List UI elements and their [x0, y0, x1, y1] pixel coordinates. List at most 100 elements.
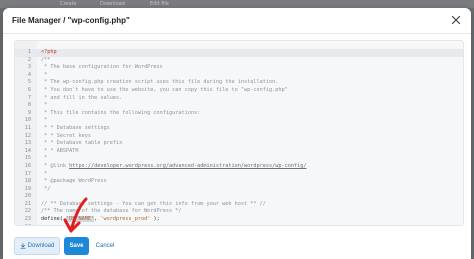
line-number: 8: [27, 102, 31, 109]
code-line: 9 * This file contains the following con…: [15, 109, 463, 118]
line-number: 21: [24, 200, 31, 207]
line-text: * This file contains the following confi…: [41, 110, 200, 118]
code-token: * * Database settings: [41, 124, 110, 131]
code-lines: 1 <?php 2 /** 3 * The base configuration for…: [15, 49, 463, 225]
line-number: 19: [24, 185, 31, 192]
line-text: * @package WordPress: [41, 178, 106, 186]
code-line: 19 */: [15, 185, 463, 194]
code-token: 'wordpress_prod': [100, 216, 151, 223]
code-line: 11 * * Database settings: [15, 124, 463, 133]
line-number: 18: [24, 178, 31, 185]
line-text: *: [41, 117, 47, 125]
line-text: // ** Database settings - You can get th…: [41, 201, 266, 209]
code-line: 8 *: [15, 102, 463, 110]
line-number: 24: [15, 224, 31, 225]
code-line: 6 * You don't have to use the website, y…: [15, 86, 463, 95]
code-line: 2 /**: [15, 56, 463, 65]
line-text: /** The name of the database for WordPre…: [41, 208, 182, 216]
code-token: * @link: [41, 162, 70, 169]
code-editor[interactable]: 1 <?php 2 /** 3 * The base configuration for…: [14, 40, 464, 226]
bg-item-download: Download: [100, 1, 125, 7]
line-number: 17: [24, 170, 31, 177]
code-line: 1 <?php: [15, 49, 463, 57]
code-line: 20: [15, 193, 463, 201]
line-text: *: [41, 155, 47, 163]
code-line: 22 /** The name of the database for WordP…: [15, 208, 463, 216]
cancel-button[interactable]: Cancel: [94, 237, 116, 255]
code-line: 4 *: [15, 71, 463, 80]
code-token: // ** Database settings - You can get th…: [41, 200, 266, 207]
code-token: * You don't have to use the website, you…: [41, 86, 288, 93]
code-token: * This file contains the following confi…: [41, 109, 201, 116]
line-text: * * Database table prefix: [41, 140, 122, 148]
line-text: <?php: [41, 49, 57, 57]
line-number: 20: [24, 193, 31, 200]
save-button[interactable]: Save: [64, 237, 89, 255]
code-token: /** The name of the database for WordPre…: [41, 208, 182, 215]
code-line: 3 * The base configuration for WordPress: [15, 64, 463, 72]
code-line: 14 * * ABSPATH: [15, 147, 463, 156]
code-link[interactable]: https://developer.wordpress.org/advanced…: [69, 163, 306, 169]
code-token: /**: [41, 56, 51, 63]
code-token: <?php: [41, 49, 57, 55]
file-manager-modal: File Manager / "wp-config.php" 1 <?php 2 /*…: [3, 8, 471, 259]
line-number: 14: [24, 147, 31, 154]
code-line: 16 * @link https://developer.wordpress.o…: [15, 163, 463, 171]
line-text: * The base configuration for WordPress: [41, 64, 163, 72]
code-token: define(: [41, 216, 66, 223]
line-number: 5: [27, 79, 31, 86]
code-token: *: [41, 117, 48, 124]
line-number: 2: [27, 56, 31, 63]
line-number: 11: [24, 124, 31, 131]
close-button[interactable]: [449, 13, 463, 27]
code-line: 10 *: [15, 117, 463, 125]
code-token: );: [150, 216, 160, 223]
line-text: */: [41, 186, 50, 194]
code-token: * The wp-config.php creation script uses…: [41, 79, 279, 86]
line-text: * and fill in the values.: [41, 95, 122, 103]
code-token: * * Secret keys: [41, 132, 91, 139]
line-number: 6: [27, 86, 31, 93]
code-line: 17 *: [15, 170, 463, 179]
code-line: 18 * @package WordPress: [15, 178, 463, 186]
code-token: *: [41, 102, 48, 109]
line-text: define( 'DB_NAME', 'wordpress_prod' );: [41, 216, 160, 224]
download-label: Download: [27, 243, 55, 249]
background-toolbar: Create Download Edit file: [0, 0, 474, 8]
line-text: *: [41, 72, 47, 80]
code-token: * and fill in the values.: [41, 94, 123, 101]
download-icon: [20, 243, 26, 249]
line-number: 12: [24, 132, 31, 139]
line-number: 7: [27, 94, 31, 101]
code-line: 23 define( 'DB_NAME', 'wordpress_prod' );: [15, 216, 463, 224]
code-token: 'DB_NAME': [66, 216, 95, 223]
line-number: 15: [24, 155, 31, 162]
code-token: *: [41, 155, 48, 162]
line-text: * You don't have to use the website, you…: [41, 87, 288, 95]
line-number: 1: [27, 49, 31, 55]
download-button[interactable]: Download: [14, 237, 60, 255]
line-number: 23: [24, 216, 31, 223]
line-number: 22: [24, 208, 31, 215]
line-number: 9: [27, 109, 31, 116]
line-number: 10: [24, 117, 31, 124]
code-token: *: [41, 71, 48, 78]
bg-item-edit: Edit file: [150, 1, 169, 7]
line-text: * * ABSPATH: [41, 148, 78, 156]
bg-item-create: Create: [60, 1, 77, 7]
code-line: 12 * * Secret keys: [15, 132, 463, 141]
code-token: *: [41, 170, 48, 177]
code-line: 13 * * Database table prefix: [15, 140, 463, 148]
code-line: 5 * The wp-config.php creation script us…: [15, 79, 463, 87]
code-token: */: [41, 185, 51, 192]
code-token: * The base configuration for WordPress: [41, 64, 163, 71]
line-text: /**: [41, 57, 50, 65]
line-text: * * Secret keys: [41, 133, 91, 141]
close-icon: [451, 15, 461, 25]
modal-header: File Manager / "wp-config.php": [3, 8, 471, 34]
line-text: * @link https://developer.wordpress.org/…: [41, 163, 306, 171]
line-text: *: [41, 171, 47, 179]
line-number: 4: [27, 71, 31, 78]
line-text: *: [41, 102, 47, 110]
code-token: * * Database table prefix: [41, 140, 123, 147]
